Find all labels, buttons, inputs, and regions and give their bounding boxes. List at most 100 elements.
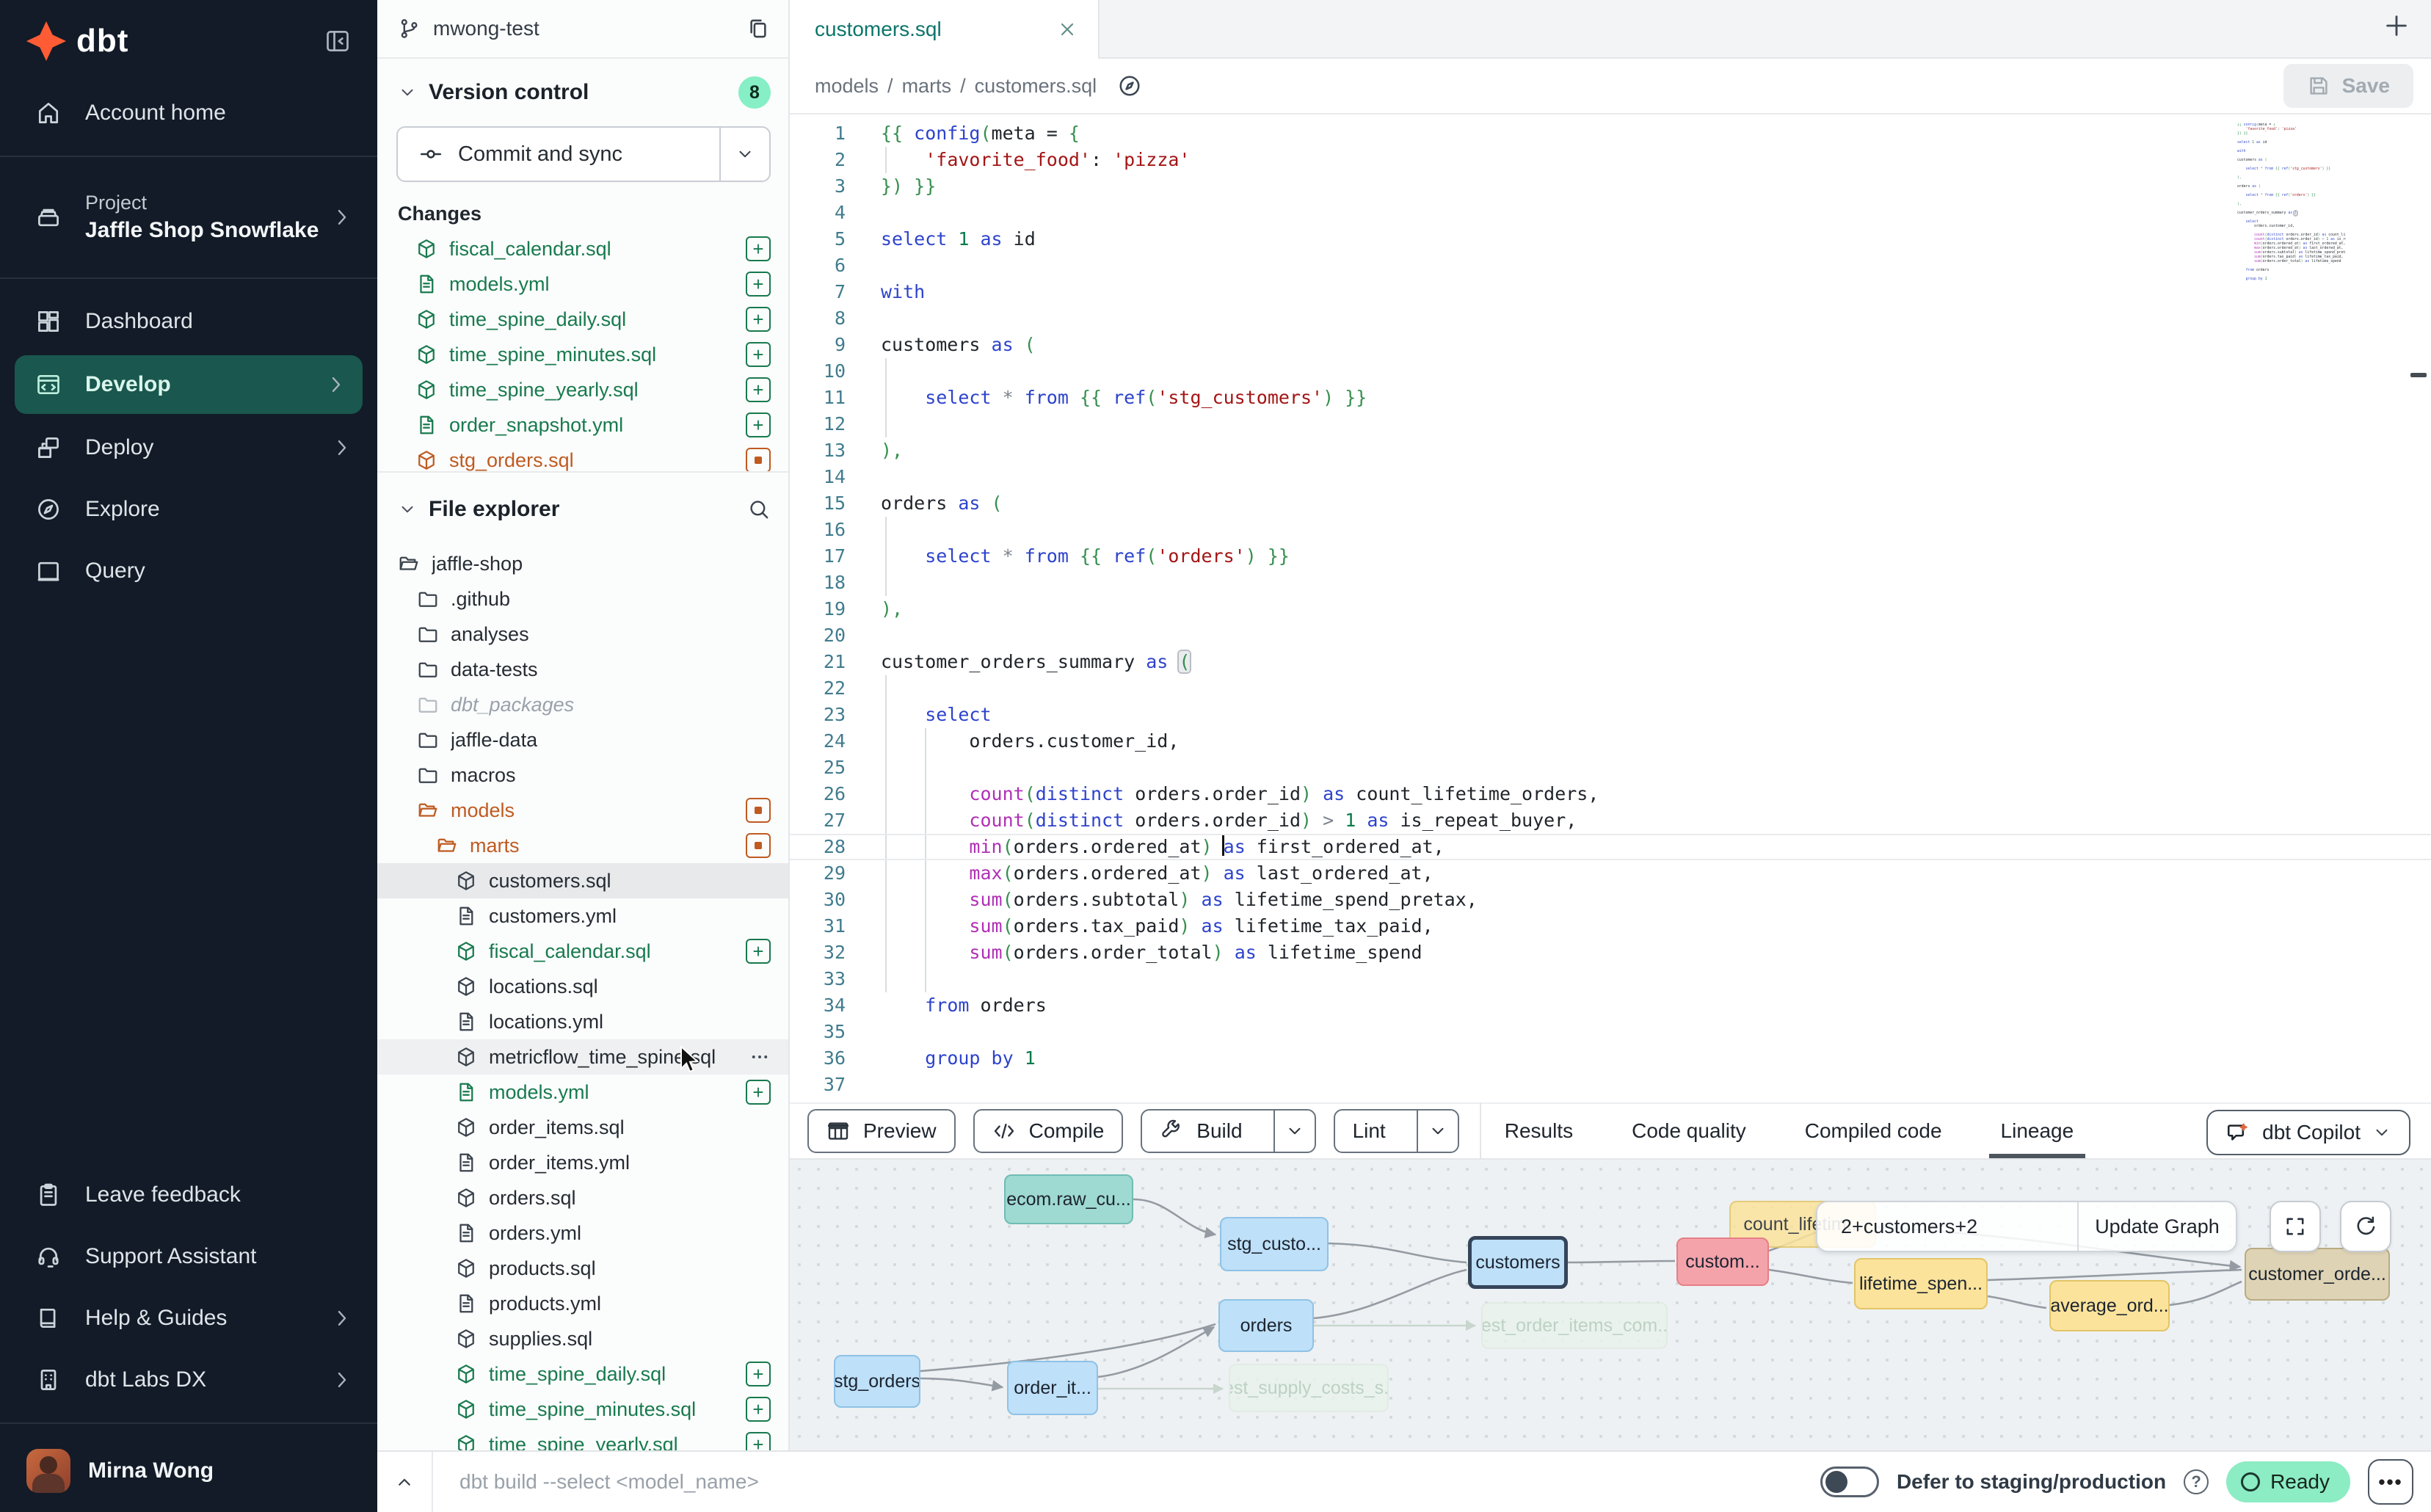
commit-options-chevron[interactable] xyxy=(719,128,769,181)
refresh-button[interactable] xyxy=(2340,1201,2391,1252)
tab-lineage[interactable]: Lineage xyxy=(1998,1104,2077,1158)
tree-item-metricflow-time-spine-sql[interactable]: metricflow_time_spine.sql xyxy=(377,1039,788,1075)
tree-item-locations-sql[interactable]: locations.sql xyxy=(377,969,788,1004)
code-line[interactable]: 6 xyxy=(790,252,2431,279)
sidebar-item-project[interactable]: ProjectJaffle Shop Snowflake xyxy=(0,169,377,266)
code-line[interactable]: 17 select * from {{ ref('orders') }} xyxy=(790,543,2431,570)
tree-item-fiscal-calendar-sql[interactable]: fiscal_calendar.sql+ xyxy=(377,934,788,969)
stage-file-button[interactable]: + xyxy=(746,377,771,402)
search-icon[interactable] xyxy=(747,498,771,521)
file-options-menu[interactable] xyxy=(749,1046,771,1068)
code-line[interactable]: 31 sum(orders.tax_paid) as lifetime_tax_… xyxy=(790,913,2431,939)
tab-compiled-code[interactable]: Compiled code xyxy=(1802,1104,1945,1158)
code-line[interactable]: 7with xyxy=(790,279,2431,305)
sidebar-item-account-home[interactable]: Account home xyxy=(0,82,377,144)
tree-item--github[interactable]: .github xyxy=(377,581,788,617)
code-line[interactable]: 36 group by 1 xyxy=(790,1045,2431,1072)
code-line[interactable]: 1{{ config(meta = { xyxy=(790,120,2431,147)
code-line[interactable]: 10 xyxy=(790,358,2431,385)
code-line[interactable]: 9customers as ( xyxy=(790,332,2431,358)
change-item[interactable]: time_spine_minutes.sql+ xyxy=(377,337,788,372)
tree-item-marts[interactable]: marts xyxy=(377,828,788,863)
defer-toggle[interactable] xyxy=(1820,1466,1879,1497)
status-badge[interactable]: Ready xyxy=(2226,1461,2350,1502)
modified-folder-badge[interactable] xyxy=(746,798,771,823)
commit-and-sync-button[interactable]: Commit and sync xyxy=(396,126,771,182)
tree-item-macros[interactable]: macros xyxy=(377,757,788,793)
lineage-node-stg-orders[interactable]: stg_orders xyxy=(834,1355,920,1408)
breadcrumb-segment[interactable]: marts xyxy=(902,75,952,98)
compile-button[interactable]: Compile xyxy=(973,1109,1124,1153)
tree-item-customers-sql[interactable]: customers.sql xyxy=(377,863,788,898)
code-line[interactable]: 21customer_orders_summary as ( xyxy=(790,649,2431,675)
user-menu[interactable]: Mirna Wong xyxy=(0,1436,377,1506)
tree-item-order-items-yml[interactable]: order_items.yml xyxy=(377,1145,788,1180)
code-line[interactable]: 33 xyxy=(790,966,2431,992)
code-line[interactable]: 15orders as ( xyxy=(790,490,2431,517)
sidebar-collapse-button[interactable] xyxy=(324,28,351,54)
lineage-node-ecom-raw-cu-[interactable]: ecom.raw_cu... xyxy=(1004,1174,1133,1224)
modified-file-badge[interactable] xyxy=(746,448,771,473)
stage-file-button[interactable]: + xyxy=(746,307,771,332)
code-line[interactable]: 24 orders.customer_id, xyxy=(790,728,2431,755)
code-line[interactable]: 29 max(orders.ordered_at) as last_ordere… xyxy=(790,860,2431,887)
lint-options-chevron[interactable] xyxy=(1417,1111,1458,1152)
tree-item-dbt-packages[interactable]: dbt_packages xyxy=(377,687,788,722)
update-graph-button[interactable]: Update Graph xyxy=(2077,1202,2236,1251)
code-line[interactable]: 28 min(orders.ordered_at) as first_order… xyxy=(790,834,2431,860)
code-line[interactable]: 4 xyxy=(790,200,2431,226)
code-line[interactable]: 32 sum(orders.order_total) as lifetime_s… xyxy=(790,939,2431,966)
tree-item-models[interactable]: models xyxy=(377,793,788,828)
save-button[interactable]: Save xyxy=(2283,64,2413,108)
lineage-node-customer-orde-[interactable]: customer_orde... xyxy=(2245,1248,2390,1301)
command-input[interactable]: dbt build --select <model_name> xyxy=(433,1470,1820,1494)
sidebar-item-dashboard[interactable]: Dashboard xyxy=(0,291,377,352)
stage-file-button[interactable]: + xyxy=(746,412,771,437)
lineage-node-orders[interactable]: orders xyxy=(1218,1299,1314,1352)
lineage-node-test-order-items-com-[interactable]: test_order_items_com... xyxy=(1481,1302,1668,1349)
code-line[interactable]: 16 xyxy=(790,517,2431,543)
breadcrumb-segment[interactable]: models xyxy=(815,75,879,98)
change-item[interactable]: models.yml+ xyxy=(377,266,788,302)
tree-item-supplies-sql[interactable]: supplies.sql xyxy=(377,1321,788,1356)
tree-item-customers-yml[interactable]: customers.yml xyxy=(377,898,788,934)
version-control-header[interactable]: Version control 8 xyxy=(377,70,788,115)
code-line[interactable]: 20 xyxy=(790,622,2431,649)
code-lines[interactable]: 1{{ config(meta = {2 'favorite_food': 'p… xyxy=(790,115,2431,1102)
lineage-node-customers[interactable]: customers xyxy=(1468,1236,1568,1289)
change-item[interactable]: stg_orders.sql xyxy=(377,443,788,473)
file-explorer-header[interactable]: File explorer xyxy=(377,487,788,531)
lineage-node-order-it-[interactable]: order_it... xyxy=(1007,1361,1098,1415)
sidebar-item-dbt-labs-dx[interactable]: dbt Labs DX xyxy=(0,1349,377,1411)
sidebar-item-develop[interactable]: Develop xyxy=(15,355,363,414)
code-line[interactable]: 11 select * from {{ ref('stg_customers')… xyxy=(790,385,2431,411)
lineage-node-lifetime-spen-[interactable]: lifetime_spen... xyxy=(1854,1258,1988,1309)
code-line[interactable]: 25 xyxy=(790,755,2431,781)
branch-name[interactable]: mwong-test xyxy=(433,17,539,40)
sidebar-item-leave-feedback[interactable]: Leave feedback xyxy=(0,1164,377,1226)
editor-scrollbar-thumb[interactable] xyxy=(2410,373,2427,377)
lint-button[interactable]: Lint xyxy=(1334,1109,1459,1153)
tree-item-jaffle-shop[interactable]: jaffle-shop xyxy=(377,546,788,581)
code-line[interactable]: 23 select xyxy=(790,702,2431,728)
help-icon[interactable]: ? xyxy=(2184,1469,2209,1494)
change-item[interactable]: time_spine_daily.sql+ xyxy=(377,302,788,337)
lineage-search-input[interactable]: 2+customers+2 xyxy=(1817,1215,2077,1238)
build-button[interactable]: Build xyxy=(1141,1109,1315,1153)
command-bar-expand-button[interactable] xyxy=(377,1452,433,1512)
tree-item-models-yml[interactable]: models.yml+ xyxy=(377,1075,788,1110)
code-line[interactable]: 5select 1 as id xyxy=(790,226,2431,252)
code-line[interactable]: 8 xyxy=(790,305,2431,332)
tree-item-analyses[interactable]: analyses xyxy=(377,617,788,652)
tab-customers-sql[interactable]: customers.sql xyxy=(790,0,1100,59)
code-line[interactable]: 18 xyxy=(790,570,2431,596)
code-line[interactable]: 30 sum(orders.subtotal) as lifetime_spen… xyxy=(790,887,2431,913)
code-editor[interactable]: 1{{ config(meta = {2 'favorite_food': 'p… xyxy=(790,115,2431,1102)
new-tab-button[interactable] xyxy=(2383,12,2410,40)
tree-item-time-spine-yearly-sql[interactable]: time_spine_yearly.sql+ xyxy=(377,1427,788,1450)
close-icon[interactable] xyxy=(1057,19,1078,40)
tree-item-products-yml[interactable]: products.yml xyxy=(377,1286,788,1321)
stage-file-button[interactable]: + xyxy=(746,1362,771,1386)
tree-item-locations-yml[interactable]: locations.yml xyxy=(377,1004,788,1039)
tab-results[interactable]: Results xyxy=(1502,1104,1576,1158)
